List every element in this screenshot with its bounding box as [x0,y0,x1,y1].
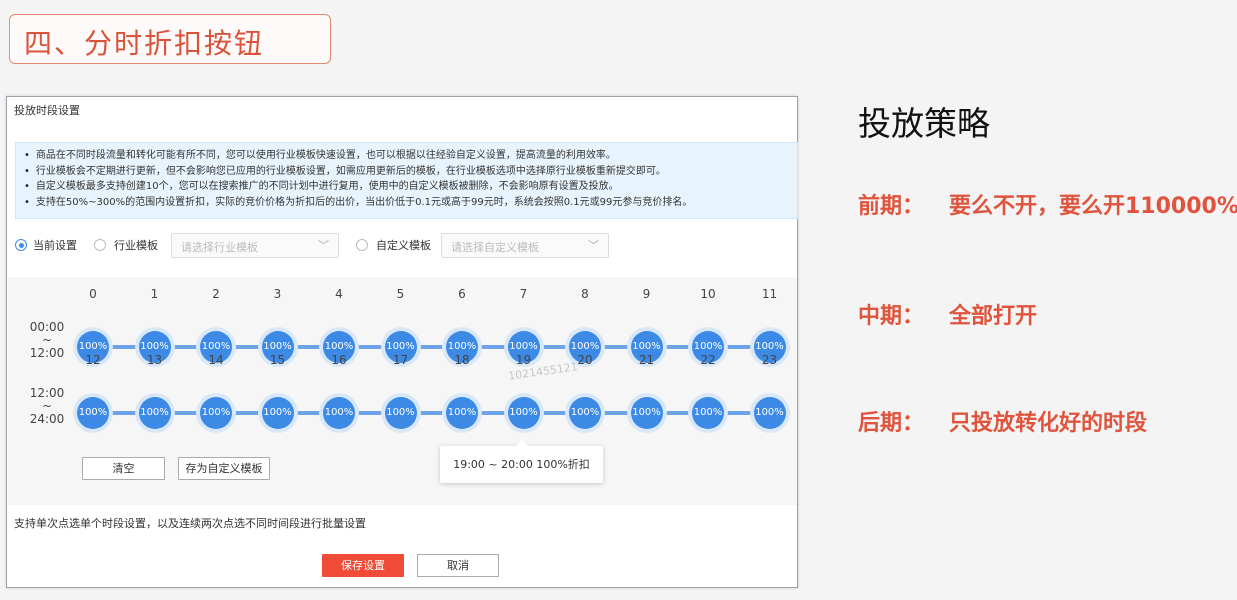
hour-label: 7 [519,287,528,301]
hour-label: 15 [269,353,286,367]
strategy-title: 投放策略 [858,104,990,143]
hour-label: 14 [208,353,224,367]
strategy-value: 全部打开 [949,304,1038,329]
notice-box: 商品在不同时段流量和转化可能有所不同，您可以使用行业模板快速设置，也可以根据以往… [15,142,798,219]
batch-hint: 支持单次点选单个时段设置，以及连续两次点选不同时间段进行批量设置 [14,517,366,530]
hour-slot-button[interactable]: 100% [692,397,724,429]
hour-slot-button[interactable]: 100% [138,397,171,429]
chevron-down-icon: ﹀ [588,239,599,252]
hour-label: 2 [212,287,220,301]
hour-slot-button[interactable]: 100% [77,397,109,429]
hour-slot-button[interactable]: 100% [261,397,294,429]
hour-slot-button[interactable]: 100% [446,397,478,429]
strategy-label: 后期： [858,411,925,436]
panel-title: 投放时段设置 [14,104,80,117]
hour-label: 9 [642,287,651,301]
hour-label: 22 [700,353,716,367]
hour-slot-button[interactable]: 100% [753,397,786,429]
time-slot-panel: 投放时段设置 商品在不同时段流量和转化可能有所不同，您可以使用行业模板快速设置，… [6,96,798,588]
custom-select-placeholder: 请选择自定义模板 [451,241,539,254]
hour-label: 19 [515,353,532,367]
notice-item: 自定义模板最多支持创建10个，您可以在搜索推广的不同计划中进行复用，使用中的自定… [24,179,797,195]
notice-item: 支持在50%~300%的范围内设置折扣，实际的竞价价格为折扣后的出价，当出价低于… [24,195,797,211]
hour-label: 11 [761,287,778,301]
hour-label: 12 [85,353,101,367]
strategy-row-early: 前期： 要么不开，要么开110000% [858,188,1237,220]
range-label-am: 00:00 ~ 12:00 [29,320,65,360]
strategy-value: 只投放转化好的时段 [949,411,1148,436]
save-settings-button[interactable]: 保存设置 [322,554,404,577]
hour-slot-button[interactable]: 100% [630,397,663,429]
industry-select-placeholder: 请选择行业模板 [181,241,258,254]
hour-label: 4 [335,287,343,301]
radio-checked-icon [15,239,27,251]
hour-label: 13 [146,353,163,367]
hour-label: 6 [458,287,466,301]
hour-label: 18 [454,353,470,367]
hour-label: 8 [581,287,589,301]
section-heading: 四、分时折扣按钮 [9,14,331,64]
section-heading-text: 四、分时折扣按钮 [24,27,265,60]
hour-label: 17 [392,353,409,367]
strategy-row-late: 后期： 只投放转化好的时段 [858,405,1147,437]
hour-slot-button[interactable]: 100% [507,397,540,429]
strategy-row-middle: 中期： 全部打开 [858,298,1037,330]
clear-button[interactable]: 清空 [82,457,165,480]
hour-slot-button[interactable]: 100% [200,397,232,429]
radio-industry-template[interactable]: 行业模板 [94,233,158,257]
notice-item: 商品在不同时段流量和转化可能有所不同，您可以使用行业模板快速设置，也可以根据以往… [24,148,797,164]
hour-label: 23 [761,353,778,367]
radio-custom-template[interactable]: 自定义模板 [356,233,431,257]
radio-industry-label: 行业模板 [114,239,158,252]
hour-grid: 00:00 ~ 12:00 12:00 ~ 24:00 0 100% 1 100% 2 1… [8,277,797,505]
strategy-label: 前期： [858,194,925,219]
notice-item: 行业模板会不定期进行更新，但不会影响您已应用的行业模板设置，如需应用更新后的模板… [24,164,797,180]
hour-slot-button[interactable]: 100% [323,397,355,429]
custom-template-select[interactable]: 请选择自定义模板 ﹀ [441,233,609,258]
hour-slot-button[interactable]: 100% [569,397,601,429]
hour-label: 21 [638,353,655,367]
hour-label: 5 [396,287,405,301]
radio-custom-label: 自定义模板 [376,239,431,252]
range-label-pm: 12:00 ~ 24:00 [29,386,65,426]
radio-current-setting[interactable]: 当前设置 [15,233,77,257]
cancel-button[interactable]: 取消 [417,554,499,577]
hour-label: 16 [331,353,347,367]
chevron-down-icon: ﹀ [318,239,329,252]
radio-unchecked-icon [94,239,106,251]
strategy-value: 要么不开，要么开110000% [949,194,1237,219]
hour-label: 1 [150,287,159,301]
track-am [78,345,790,349]
save-template-button[interactable]: 存为自定义模板 [178,457,270,480]
hour-slot-button[interactable]: 100% [384,397,417,429]
industry-template-select[interactable]: 请选择行业模板 ﹀ [171,233,339,258]
hour-label: 3 [273,287,282,301]
hour-label: 10 [700,287,716,301]
strategy-label: 中期： [858,304,925,329]
radio-unchecked-icon [356,239,368,251]
hour-label: 0 [89,287,97,301]
radio-current-label: 当前设置 [33,239,77,252]
track-pm [78,411,790,415]
hour-tooltip: 19:00 ~ 20:00 100%折扣 [440,440,603,483]
